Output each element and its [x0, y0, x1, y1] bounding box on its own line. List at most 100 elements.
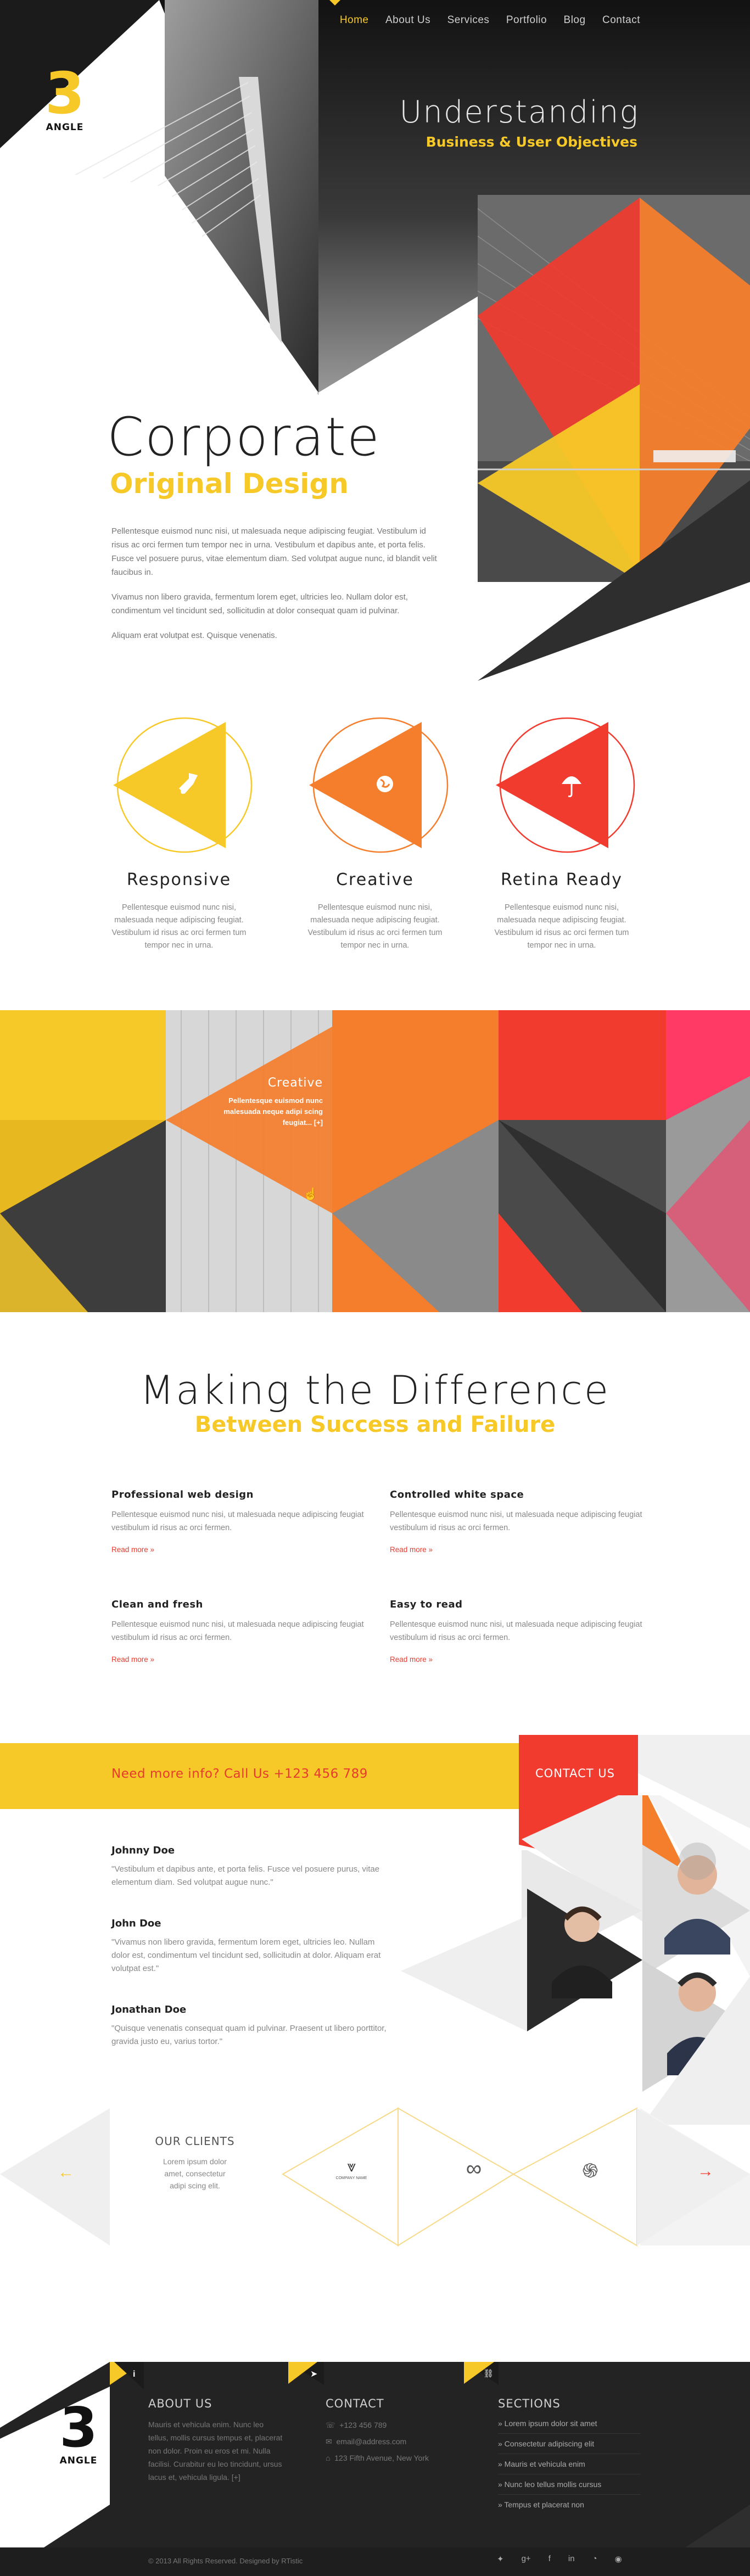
nav-portfolio[interactable]: Portfolio	[506, 14, 547, 26]
footer-section-link[interactable]: » Mauris et vehicula enim	[498, 2454, 641, 2474]
testimonial-name: Johnny Doe	[111, 1845, 175, 1856]
next-arrow-icon[interactable]: →	[697, 2162, 714, 2181]
feature-text: Pellentesque euismod nunc nisi, malesuad…	[494, 903, 629, 950]
dribbble-icon[interactable]: ◉	[615, 2554, 622, 2564]
info-icon: i	[133, 2370, 136, 2379]
read-more-link[interactable]: Read more »	[111, 1655, 364, 1664]
footer-about: ABOUT US Mauris et vehicula enim. Nunc l…	[148, 2397, 286, 2484]
logo[interactable]: 3 ANGLE	[43, 65, 87, 133]
features-section: Responsive Pellentesque euismod nunc nis…	[0, 686, 750, 1010]
testimonial-item: Johnny Doe "Vestibulum et dapibus ante, …	[111, 1845, 391, 1889]
logo-word: ANGLE	[46, 122, 84, 133]
facebook-icon[interactable]: f	[548, 2554, 551, 2564]
footer-section-link[interactable]: » Nunc leo tellus mollis cursus	[498, 2474, 641, 2495]
hero-paragraph: Aliquam erat volutpat est. Quisque venen…	[111, 631, 277, 640]
feature-title: Retina Ready	[500, 870, 623, 889]
footer-logo-word: ANGLE	[59, 2455, 98, 2466]
hero-top-subtitle: Business & User Objectives	[426, 134, 637, 150]
nav-home[interactable]: Home	[340, 14, 369, 26]
wings-logo-icon: ⩔	[347, 2158, 356, 2175]
feature-graphic	[309, 717, 449, 853]
contact-us-button[interactable]: CONTACT US	[535, 1767, 615, 1780]
nav-indicator	[329, 0, 340, 5]
prev-arrow-icon[interactable]: ←	[58, 2163, 74, 2182]
hero-paragraph: Pellentesque euismod nunc nisi, ut males…	[111, 527, 437, 577]
nav-services[interactable]: Services	[447, 14, 490, 26]
linkedin-icon[interactable]: in	[568, 2554, 575, 2564]
hero-subtitle: Original Design	[110, 468, 349, 500]
testimonial-name: Jonathan Doe	[111, 2004, 187, 2015]
nav-about[interactable]: About Us	[385, 14, 430, 26]
compass-icon: ➤	[310, 2370, 318, 2379]
footer: i ➤ ⛓ 3 ANGLE ABOUT US Mauris et vehicul…	[0, 2362, 750, 2576]
testimonial-quote: "Vivamus non libero gravida, fermentum l…	[111, 1937, 381, 1973]
cta-text: Need more info? Call Us +123 456 789	[111, 1767, 368, 1781]
portfolio-mosaic	[0, 1010, 750, 1312]
testimonial-item: John Doe "Vivamus non libero gravida, fe…	[111, 1918, 391, 1975]
difference-item-title: Easy to read	[390, 1599, 463, 1610]
difference-title: Making the Difference	[140, 1367, 610, 1413]
globe-icon	[377, 776, 393, 792]
team-photo-mosaic	[401, 1795, 750, 2125]
difference-item: Professional web design Pellentesque eui…	[111, 1489, 364, 1554]
mail-icon: ✉	[326, 2437, 332, 2446]
client-logo-wings[interactable]: ⩔ COMPANY NAME	[327, 2158, 376, 2181]
difference-item: Easy to read Pellentesque euismod nunc n…	[390, 1599, 642, 1664]
footer-about-heading: ABOUT US	[148, 2397, 212, 2410]
difference-item-text: Pellentesque euismod nunc nisi, ut males…	[111, 1510, 364, 1532]
footer-phone-text: +123 456 789	[339, 2421, 387, 2429]
difference-item-title: Clean and fresh	[111, 1599, 203, 1610]
rss-icon[interactable]: ◔	[592, 2554, 597, 2564]
portfolio-hover-card[interactable]: Creative Pellentesque euismod nunc males…	[208, 1076, 323, 1128]
social-links: ✦ g+ f in ◔ ◉	[497, 2554, 622, 2564]
logo-number: 3	[44, 60, 85, 127]
copyright-text: © 2013 All Rights Reserved. Designed by …	[148, 2557, 303, 2565]
infinity-logo-icon[interactable]: ∞	[449, 2157, 499, 2181]
phone-icon: ☏	[326, 2421, 335, 2429]
testimonials-section: Johnny Doe "Vestibulum et dapibus ante, …	[0, 1795, 750, 2125]
footer-email-text: email@address.com	[336, 2437, 407, 2446]
feature-title: Responsive	[126, 870, 232, 889]
testimonial-quote: "Vestibulum et dapibus ante, et porta fe…	[111, 1864, 380, 1887]
twitter-icon[interactable]: ✦	[497, 2554, 504, 2564]
footer-contact: CONTACT ☏ +123 456 789 ✉ email@address.c…	[326, 2397, 463, 2466]
link-icon: ⛓	[483, 2369, 494, 2378]
footer-section-link[interactable]: » Tempus et placerat non	[498, 2495, 641, 2515]
testimonial-item: Jonathan Doe "Quisque venenatis consequa…	[111, 2004, 391, 2048]
difference-subtitle: Between Success and Failure	[194, 1412, 556, 1437]
read-more-link[interactable]: Read more »	[111, 1545, 364, 1554]
difference-item: Clean and fresh Pellentesque euismod nun…	[111, 1599, 364, 1664]
hero-title: Corporate	[107, 406, 380, 468]
footer-section-link[interactable]: » Consectetur adipiscing elit	[498, 2434, 641, 2454]
feature-text: Pellentesque euismod nunc nisi, malesuad…	[307, 903, 443, 950]
cursor-icon: ☝	[303, 1187, 318, 1201]
feature-responsive: Responsive Pellentesque euismod nunc nis…	[97, 714, 261, 952]
difference-item-text: Pellentesque euismod nunc nisi, ut males…	[111, 1620, 364, 1642]
difference-item-text: Pellentesque euismod nunc nisi, ut males…	[390, 1510, 642, 1532]
portfolio-strip: Creative Pellentesque euismod nunc males…	[0, 1010, 750, 1312]
portfolio-hover-text: Pellentesque euismod nunc malesuada nequ…	[223, 1096, 323, 1127]
footer-sections-heading: SECTIONS	[498, 2397, 561, 2410]
testimonial-quote: "Quisque venenatis consequat quam id pul…	[111, 2024, 387, 2046]
portfolio-hover-title: Creative	[267, 1076, 323, 1090]
footer-email[interactable]: ✉ email@address.com	[326, 2433, 463, 2450]
footer-phone: ☏ +123 456 789	[326, 2417, 463, 2433]
difference-item-text: Pellentesque euismod nunc nisi, ut males…	[390, 1620, 642, 1642]
footer-section-link[interactable]: » Lorem ipsum dolor sit amet	[498, 2413, 641, 2434]
footer-logo[interactable]: 3 ANGLE	[54, 2400, 103, 2467]
clients-background	[0, 2107, 750, 2247]
googleplus-icon[interactable]: g+	[522, 2554, 531, 2564]
clients-intro: OUR CLIENTS Lorem ipsum dolor amet, cons…	[140, 2135, 250, 2192]
nav-contact[interactable]: Contact	[602, 14, 640, 26]
difference-item: Controlled white space Pellentesque euis…	[390, 1489, 642, 1554]
client-logo-caption: COMPANY NAME	[335, 2176, 367, 2180]
nav-blog[interactable]: Blog	[564, 14, 586, 26]
read-more-link[interactable]: Read more »	[390, 1655, 642, 1664]
testimonial-name: John Doe	[111, 1918, 161, 1929]
home-icon: ⌂	[326, 2454, 331, 2462]
main-nav: Home About Us Services Portfolio Blog Co…	[326, 14, 640, 26]
read-more-link[interactable]: Read more »	[390, 1545, 642, 1554]
swirl-logo-icon[interactable]: ֍	[566, 2157, 615, 2183]
hero-top-title: Understanding	[399, 94, 639, 130]
feature-retina: Retina Ready Pellentesque euismod nunc n…	[479, 714, 644, 952]
